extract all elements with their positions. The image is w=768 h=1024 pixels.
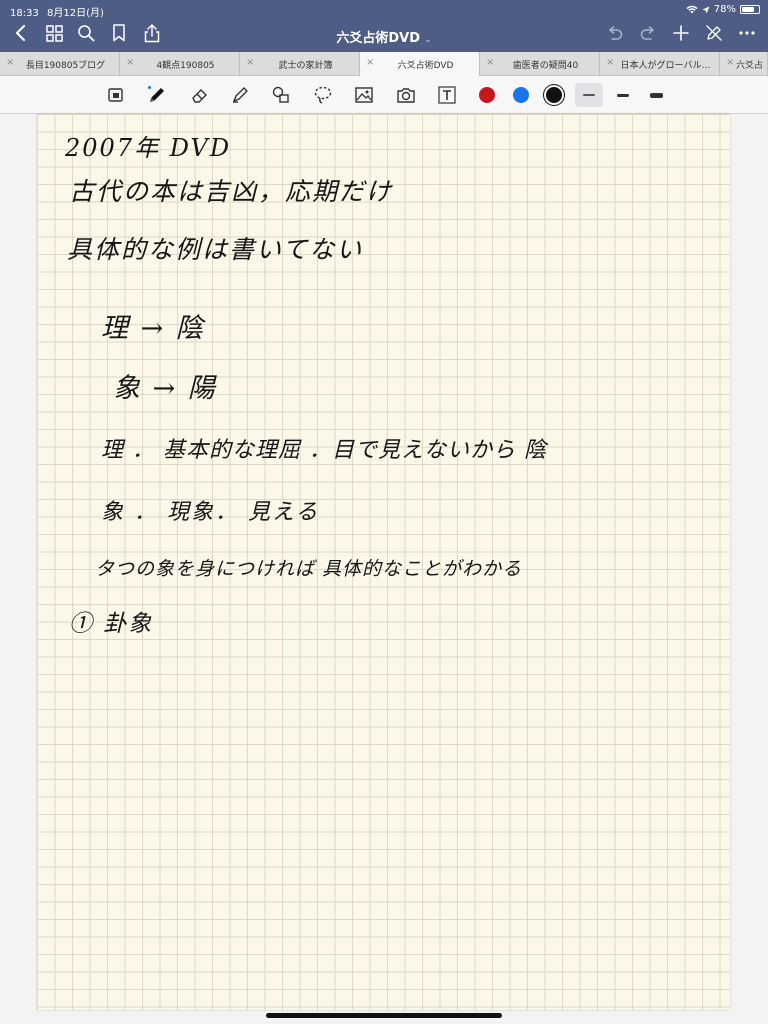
close-icon[interactable]: × [606, 57, 614, 68]
add-icon[interactable] [670, 22, 692, 44]
notebook-page[interactable]: 2007年 DVD 古代の本は吉凶，応期だけ 具体的な例は書いてない 理 → 陰… [37, 114, 730, 1010]
undo-icon[interactable] [604, 22, 626, 44]
color-swatch-black[interactable] [546, 87, 562, 103]
eraser-icon[interactable] [189, 84, 211, 106]
tool-bar [0, 76, 768, 114]
highlighter-icon[interactable] [229, 84, 251, 106]
image-icon[interactable] [353, 84, 375, 106]
search-icon[interactable] [75, 22, 97, 44]
note-line-6: 理 ． 基本的な理屈 ．目で見えないから 陰 [101, 438, 547, 463]
location-icon [702, 6, 710, 13]
close-icon[interactable]: × [726, 57, 734, 68]
color-swatch-red[interactable] [479, 87, 495, 103]
redo-icon[interactable] [637, 22, 659, 44]
close-icon[interactable]: × [366, 57, 374, 68]
status-bar-right: 78% [686, 4, 760, 15]
top-bar: 18:33 8月12日(月) 78% 六爻占術DVD ⌄ [0, 0, 768, 52]
tab-3[interactable]: × 六爻占術DVD [360, 52, 480, 77]
text-tool-icon[interactable] [436, 84, 458, 106]
back-icon[interactable] [10, 22, 32, 44]
tab-5[interactable]: × 日本人がグローバル… [600, 52, 720, 76]
note-line-5: 象 → 陽 [113, 373, 217, 404]
battery-percent: 78% [713, 4, 736, 15]
stroke-thin[interactable] [575, 83, 603, 107]
battery-icon [740, 5, 760, 14]
grid-icon[interactable] [43, 22, 65, 44]
stroke-thick[interactable] [642, 83, 670, 107]
note-line-3: 具体的な例は書いてない [67, 235, 364, 264]
stroke-medium[interactable] [609, 83, 637, 107]
note-line-4: 理 → 陰 [101, 313, 205, 344]
pen-off-icon[interactable] [703, 22, 725, 44]
tab-6[interactable]: × 六爻占 [720, 52, 768, 76]
pen-icon[interactable] [146, 84, 168, 106]
close-icon[interactable]: × [486, 57, 494, 68]
note-line-1: 2007年 DVD [65, 134, 232, 162]
note-line-9: ① 卦象 [69, 611, 154, 637]
camera-icon[interactable] [395, 84, 417, 106]
color-swatch-blue[interactable] [513, 87, 529, 103]
tab-bar: × 長目190805ブログ × 4観点190805 × 武士の家計簿 × 六爻占術DVD… [0, 52, 768, 77]
tab-1[interactable]: × 4観点190805 [120, 52, 240, 76]
more-icon[interactable] [736, 22, 758, 44]
close-icon[interactable]: × [126, 57, 134, 68]
note-line-2: 古代の本は吉凶，応期だけ [69, 177, 394, 206]
bookmark-icon[interactable] [108, 22, 130, 44]
tab-4[interactable]: × 歯医者の疑問40 [480, 52, 600, 76]
note-line-7: 象 ． 現象． 見える [101, 500, 320, 525]
close-icon[interactable]: × [6, 57, 14, 68]
note-line-8: タつの象を身につければ 具体的なことがわかる [95, 558, 523, 580]
lasso-icon[interactable] [312, 84, 334, 106]
status-bar-left: 18:33 8月12日(月) [10, 4, 104, 19]
zoom-window-icon[interactable] [105, 84, 127, 106]
chevron-down-icon: ⌄ [424, 35, 432, 45]
tab-0[interactable]: × 長目190805ブログ [0, 52, 120, 76]
shapes-icon[interactable] [270, 84, 292, 106]
tab-2[interactable]: × 武士の家計簿 [240, 52, 360, 76]
close-icon[interactable]: × [246, 57, 254, 68]
status-date: 8月12日(月) [47, 8, 104, 19]
status-time: 18:33 [10, 8, 39, 19]
home-indicator [266, 1013, 502, 1018]
wifi-icon [686, 5, 698, 14]
share-icon[interactable] [141, 22, 163, 44]
